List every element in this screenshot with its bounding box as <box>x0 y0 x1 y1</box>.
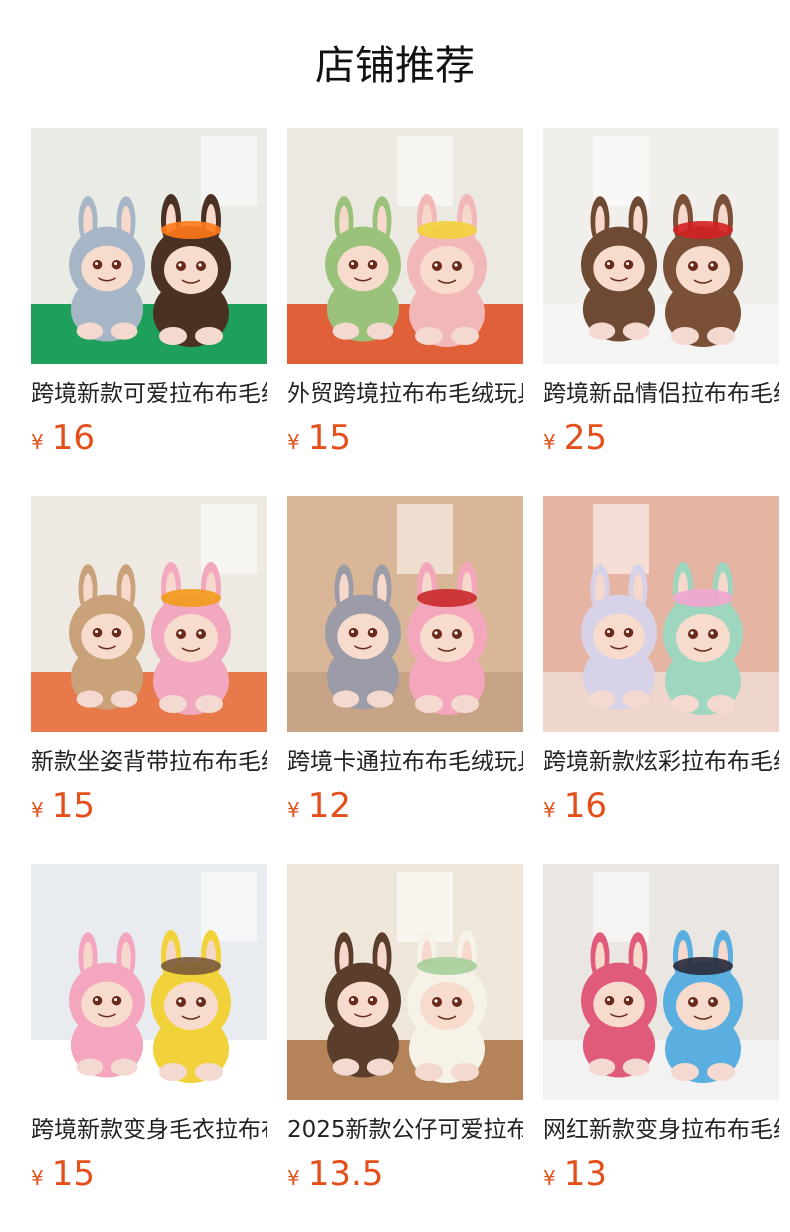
product-card[interactable]: 跨境新款炫彩拉布布毛绒 ¥16 <box>543 496 779 864</box>
product-price: ¥13.5 <box>287 1154 523 1194</box>
product-card[interactable]: 2025新款公仔可爱拉布布 ¥13.5 <box>287 864 523 1232</box>
currency-symbol: ¥ <box>543 1166 556 1190</box>
product-image[interactable] <box>543 864 779 1100</box>
product-image[interactable] <box>31 128 267 364</box>
currency-symbol: ¥ <box>543 798 556 822</box>
product-price: ¥16 <box>31 418 267 458</box>
product-photo <box>31 128 267 364</box>
currency-symbol: ¥ <box>31 1166 44 1190</box>
currency-symbol: ¥ <box>31 430 44 454</box>
product-photo <box>287 496 523 732</box>
price-amount: 16 <box>51 418 95 458</box>
product-card[interactable]: 跨境新款可爱拉布布毛绒玩具 ¥16 <box>31 128 267 496</box>
currency-symbol: ¥ <box>287 430 300 454</box>
product-title[interactable]: 2025新款公仔可爱拉布布 <box>287 1114 523 1146</box>
product-card[interactable]: 网红新款变身拉布布毛绒 ¥13 <box>543 864 779 1232</box>
price-amount: 13.5 <box>307 1154 384 1194</box>
price-amount: 12 <box>307 786 351 826</box>
product-price: ¥12 <box>287 786 523 826</box>
price-amount: 25 <box>563 418 607 458</box>
product-title[interactable]: 新款坐姿背带拉布布毛绒 <box>31 746 267 778</box>
currency-symbol: ¥ <box>543 430 556 454</box>
product-title[interactable]: 跨境卡通拉布布毛绒玩具 <box>287 746 523 778</box>
price-amount: 13 <box>563 1154 607 1194</box>
product-card[interactable]: 跨境新款变身毛衣拉布布 ¥15 <box>31 864 267 1232</box>
product-card[interactable]: 外贸跨境拉布布毛绒玩具 ¥15 <box>287 128 523 496</box>
product-title[interactable]: 跨境新品情侣拉布布毛绒 <box>543 378 779 410</box>
product-title[interactable]: 外贸跨境拉布布毛绒玩具 <box>287 378 523 410</box>
product-photo <box>287 864 523 1100</box>
page-title: 店铺推荐 <box>315 43 475 89</box>
product-card[interactable]: 跨境卡通拉布布毛绒玩具 ¥12 <box>287 496 523 864</box>
product-grid: 跨境新款可爱拉布布毛绒玩具 ¥16 外贸跨境拉布布毛绒玩具 ¥15 跨境新品情侣… <box>31 128 779 1232</box>
product-card[interactable]: 跨境新品情侣拉布布毛绒 ¥25 <box>543 128 779 496</box>
price-amount: 15 <box>51 1154 95 1194</box>
product-image[interactable] <box>543 496 779 732</box>
product-photo <box>543 128 779 364</box>
product-title[interactable]: 网红新款变身拉布布毛绒 <box>543 1114 779 1146</box>
product-image[interactable] <box>287 128 523 364</box>
product-price: ¥13 <box>543 1154 779 1194</box>
product-price: ¥16 <box>543 786 779 826</box>
product-card[interactable]: 新款坐姿背带拉布布毛绒 ¥15 <box>31 496 267 864</box>
product-title[interactable]: 跨境新款可爱拉布布毛绒玩具 <box>31 378 267 410</box>
product-photo <box>31 864 267 1100</box>
price-amount: 15 <box>307 418 351 458</box>
product-title[interactable]: 跨境新款变身毛衣拉布布 <box>31 1114 267 1146</box>
product-image[interactable] <box>31 864 267 1100</box>
product-photo <box>543 496 779 732</box>
currency-symbol: ¥ <box>287 798 300 822</box>
product-photo <box>543 864 779 1100</box>
product-price: ¥25 <box>543 418 779 458</box>
product-image[interactable] <box>287 864 523 1100</box>
currency-symbol: ¥ <box>287 1166 300 1190</box>
product-image[interactable] <box>543 128 779 364</box>
currency-symbol: ¥ <box>31 798 44 822</box>
product-price: ¥15 <box>287 418 523 458</box>
product-image[interactable] <box>31 496 267 732</box>
product-photo <box>31 496 267 732</box>
product-price: ¥15 <box>31 786 267 826</box>
price-amount: 15 <box>51 786 95 826</box>
product-image[interactable] <box>287 496 523 732</box>
product-title[interactable]: 跨境新款炫彩拉布布毛绒 <box>543 746 779 778</box>
product-photo <box>287 128 523 364</box>
product-price: ¥15 <box>31 1154 267 1194</box>
price-amount: 16 <box>563 786 607 826</box>
